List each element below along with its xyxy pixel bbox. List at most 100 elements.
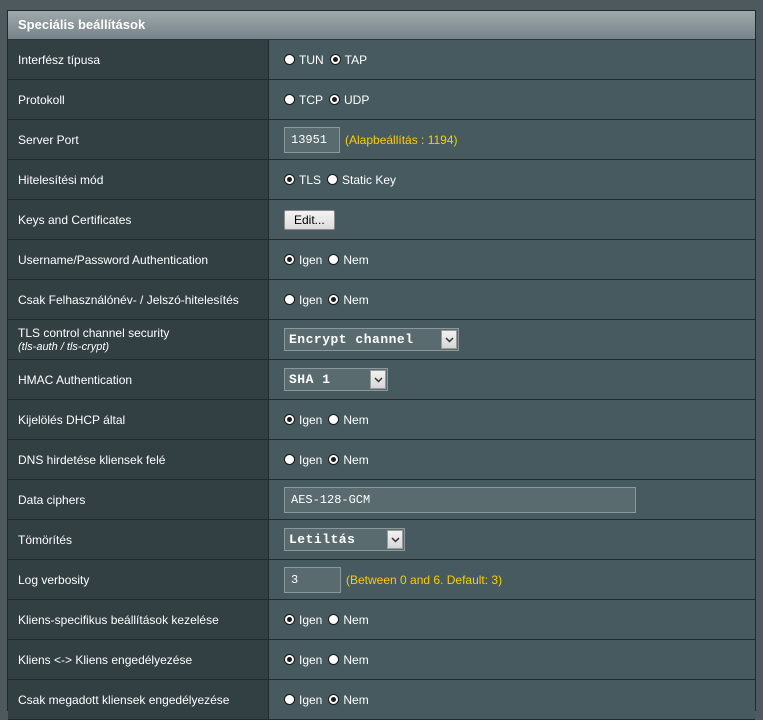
compression-label: Tömörítés [8, 520, 269, 559]
radio-yes[interactable]: Igen [284, 693, 322, 707]
edit-keys-button[interactable]: Edit... [284, 209, 335, 230]
row-tls-control: TLS control channel security (tls-auth /… [8, 320, 755, 360]
row-interface-type: Interfész típusa TUN TAP [8, 40, 755, 80]
keys-certificates-label: Keys and Certificates [8, 200, 269, 239]
radio-yes[interactable]: Igen [284, 413, 322, 427]
radio-udp[interactable]: UDP [329, 93, 369, 107]
panel-title: Speciális beállítások [8, 11, 755, 40]
server-port-value: 13951 (Alapbeállítás : 1194) [269, 120, 755, 159]
radio-circle[interactable] [328, 614, 340, 625]
tls-control-sublabel: (tls-auth / tls-crypt) [18, 341, 110, 353]
radio-yes[interactable]: Igen [284, 293, 322, 307]
row-dns: DNS hirdetése kliensek felé Igen Nem [8, 440, 755, 480]
radio-yes[interactable]: Igen [284, 453, 322, 467]
log-verbosity-label: Log verbosity [8, 560, 269, 599]
row-protocol: Protokoll TCP UDP [8, 80, 755, 120]
data-ciphers-input[interactable]: AES-128-GCM [284, 486, 636, 513]
tls-control-select[interactable]: Encrypt channel [284, 328, 459, 351]
radio-circle[interactable] [284, 454, 295, 465]
radio-no[interactable]: Nem [328, 253, 369, 267]
compression-value: Letiltás [269, 520, 755, 559]
auth-mode-label: Hitelesítési mód [8, 160, 269, 199]
client-specific-radios: Igen Nem [269, 600, 755, 639]
hmac-select[interactable]: SHA 1 [284, 368, 388, 391]
user-pass-only-radios: Igen Nem [269, 280, 755, 319]
row-only-specified-clients: Csak megadott kliensek engedélyezése Ige… [8, 680, 755, 720]
radio-tap[interactable]: TAP [329, 53, 367, 67]
radio-static-key[interactable]: Static Key [327, 173, 396, 187]
log-verbosity-note: (Between 0 and 6. Default: 3) [346, 572, 503, 587]
hmac-label: HMAC Authentication [8, 360, 269, 399]
row-auth-mode: Hitelesítési mód TLS Static Key [8, 160, 755, 200]
radio-circle[interactable] [284, 94, 295, 105]
radio-circle[interactable] [328, 414, 340, 425]
radio-tun[interactable]: TUN [284, 53, 324, 67]
radio-circle[interactable] [328, 254, 340, 265]
radio-circle-checked[interactable] [284, 654, 295, 665]
row-client-specific: Kliens-specifikus beállítások kezelése I… [8, 600, 755, 640]
radio-circle-checked[interactable] [328, 454, 340, 465]
dns-radios: Igen Nem [269, 440, 755, 479]
radio-no[interactable]: Nem [328, 293, 369, 307]
user-pass-auth-radios: Igen Nem [269, 240, 755, 279]
chevron-down-icon[interactable] [370, 370, 386, 389]
row-hmac: HMAC Authentication SHA 1 [8, 360, 755, 400]
row-compression: Tömörítés Letiltás [8, 520, 755, 560]
row-dhcp: Kijelölés DHCP által Igen Nem [8, 400, 755, 440]
radio-yes[interactable]: Igen [284, 653, 322, 667]
radio-circle[interactable] [284, 54, 295, 65]
log-verbosity-input[interactable]: 3 [284, 566, 341, 593]
protocol-radios: TCP UDP [269, 80, 755, 119]
radio-no[interactable]: Nem [328, 693, 369, 707]
only-specified-clients-radios: Igen Nem [269, 680, 755, 719]
compression-select[interactable]: Letiltás [284, 528, 405, 551]
radio-circle[interactable] [284, 694, 295, 705]
radio-no[interactable]: Nem [328, 613, 369, 627]
radio-tcp[interactable]: TCP [284, 93, 323, 107]
tls-control-selected: Encrypt channel [289, 332, 414, 347]
server-port-default-note: (Alapbeállítás : 1194) [345, 132, 458, 147]
radio-no[interactable]: Nem [328, 653, 369, 667]
radio-circle-checked[interactable] [328, 294, 340, 305]
data-ciphers-label: Data ciphers [8, 480, 269, 519]
radio-circle-checked[interactable] [284, 414, 295, 425]
radio-yes[interactable]: Igen [284, 613, 322, 627]
advanced-settings-panel: Speciális beállítások Interfész típusa T… [7, 10, 756, 720]
radio-circle-checked[interactable] [329, 54, 341, 65]
dhcp-radios: Igen Nem [269, 400, 755, 439]
client-specific-label: Kliens-specifikus beállítások kezelése [8, 600, 269, 639]
server-port-label: Server Port [8, 120, 269, 159]
radio-circle[interactable] [327, 174, 339, 185]
interface-type-radios: TUN TAP [269, 40, 755, 79]
data-ciphers-value: AES-128-GCM [269, 480, 755, 519]
server-port-input[interactable]: 13951 [284, 126, 340, 153]
client-to-client-radios: Igen Nem [269, 640, 755, 679]
radio-no[interactable]: Nem [328, 413, 369, 427]
row-data-ciphers: Data ciphers AES-128-GCM [8, 480, 755, 520]
row-user-pass-auth: Username/Password Authentication Igen Ne… [8, 240, 755, 280]
radio-circle[interactable] [284, 294, 295, 305]
chevron-down-icon[interactable] [387, 530, 403, 549]
row-server-port: Server Port 13951 (Alapbeállítás : 1194) [8, 120, 755, 160]
keys-certificates-value: Edit... [269, 200, 755, 239]
radio-no[interactable]: Nem [328, 453, 369, 467]
user-pass-only-label: Csak Felhasználónév- / Jelszó-hitelesíté… [8, 280, 269, 319]
radio-circle-checked[interactable] [284, 174, 295, 185]
row-client-to-client: Kliens <-> Kliens engedélyezése Igen Nem [8, 640, 755, 680]
radio-circle-checked[interactable] [284, 614, 295, 625]
chevron-down-icon[interactable] [441, 330, 457, 349]
only-specified-clients-label: Csak megadott kliensek engedélyezése [8, 680, 269, 719]
user-pass-auth-label: Username/Password Authentication [8, 240, 269, 279]
radio-yes[interactable]: Igen [284, 253, 322, 267]
row-keys-certificates: Keys and Certificates Edit... [8, 200, 755, 240]
radio-circle-checked[interactable] [328, 694, 340, 705]
row-log-verbosity: Log verbosity 3 (Between 0 and 6. Defaul… [8, 560, 755, 600]
radio-circle-checked[interactable] [329, 94, 340, 105]
radio-circle[interactable] [328, 654, 340, 665]
row-user-pass-only: Csak Felhasználónév- / Jelszó-hitelesíté… [8, 280, 755, 320]
radio-circle-checked[interactable] [284, 254, 295, 265]
compression-selected: Letiltás [289, 532, 356, 547]
dhcp-label: Kijelölés DHCP által [8, 400, 269, 439]
hmac-value: SHA 1 [269, 360, 755, 399]
radio-tls[interactable]: TLS [284, 173, 321, 187]
